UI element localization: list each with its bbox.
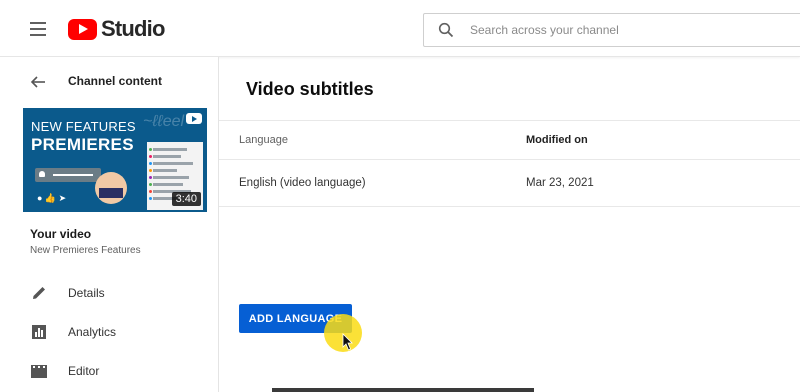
hamburger-menu-icon[interactable] bbox=[28, 20, 50, 38]
search-icon bbox=[438, 22, 454, 38]
sidebar-item-details[interactable]: Details bbox=[30, 283, 200, 303]
back-label: Channel content bbox=[68, 74, 163, 88]
film-icon bbox=[31, 365, 47, 378]
sidebar-item-label: Analytics bbox=[68, 325, 117, 339]
search-box[interactable] bbox=[423, 13, 800, 47]
add-language-button[interactable]: ADD LANGUAGE bbox=[239, 304, 352, 333]
subtitles-table: Language Modified on English (video lang… bbox=[219, 120, 800, 207]
sidebar: Channel content ~ℓℓeel NEW FEATURES PREM… bbox=[0, 57, 219, 392]
video-name: New Premieres Features bbox=[30, 245, 141, 256]
main-content: Video subtitles Language Modified on Eng… bbox=[219, 57, 800, 392]
thumbnail-action-icons: ● 👍 ➤ bbox=[37, 193, 67, 203]
thumbnail-reminder-bar bbox=[35, 168, 101, 182]
table-row[interactable]: English (video language) Mar 23, 2021 bbox=[219, 159, 800, 207]
youtube-badge-icon bbox=[186, 113, 202, 124]
page-title: Video subtitles bbox=[246, 79, 374, 99]
thumbnail-line2: PREMIERES bbox=[31, 135, 134, 154]
thumbnail-line1: NEW FEATURES bbox=[31, 119, 136, 134]
back-arrow-icon[interactable] bbox=[30, 74, 46, 90]
sidebar-item-editor[interactable]: Editor bbox=[30, 361, 200, 381]
sidebar-item-label: Details bbox=[68, 286, 105, 300]
sidebar-item-label: Editor bbox=[68, 364, 100, 378]
video-duration: 3:40 bbox=[171, 192, 201, 206]
column-header-modified: Modified on bbox=[526, 134, 588, 146]
bar-chart-icon bbox=[32, 325, 46, 339]
search-input[interactable] bbox=[468, 18, 792, 42]
sidebar-item-analytics[interactable]: Analytics bbox=[30, 322, 200, 342]
table-header: Language Modified on bbox=[219, 120, 800, 159]
thumbnail-avatar bbox=[95, 172, 127, 204]
row-language: English (video language) bbox=[239, 177, 366, 189]
youtube-play-icon bbox=[68, 18, 97, 40]
pencil-icon bbox=[33, 287, 45, 299]
back-to-channel-content[interactable]: Channel content bbox=[30, 73, 162, 91]
thumbnail-decoration: ~ℓℓeel bbox=[143, 113, 185, 130]
studio-logo[interactable]: Studio bbox=[68, 16, 165, 42]
top-app-bar: Studio bbox=[0, 0, 800, 57]
app-name: Studio bbox=[101, 16, 165, 41]
video-thumbnail[interactable]: ~ℓℓeel NEW FEATURES PREMIERES ● 👍 ➤ 3:40 bbox=[23, 108, 207, 212]
row-modified-date: Mar 23, 2021 bbox=[526, 177, 594, 189]
bottom-overlay-bar bbox=[272, 388, 534, 392]
your-video-label: Your video bbox=[30, 227, 92, 241]
column-header-language: Language bbox=[239, 134, 288, 146]
